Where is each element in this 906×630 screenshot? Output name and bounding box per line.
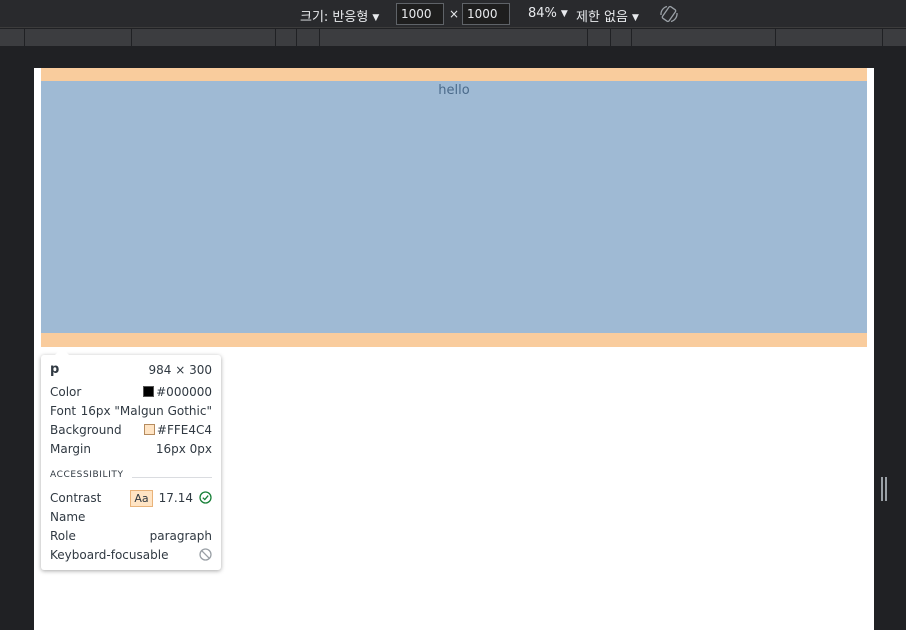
rotate-icon[interactable]: [658, 3, 680, 25]
dimensions-label: 크기: 반응형: [300, 10, 369, 25]
element-tag: p: [50, 362, 60, 377]
color-key: Color: [50, 385, 82, 399]
background-swatch: [143, 424, 155, 435]
times-separator: ×: [449, 7, 460, 21]
width-input[interactable]: [396, 3, 444, 25]
margin-key: Margin: [50, 442, 91, 456]
accessibility-heading-label: ACCESSIBILITY: [50, 470, 124, 480]
role-value: paragraph: [149, 529, 212, 543]
dimensions-dropdown[interactable]: 크기: 반응형 ▼: [300, 6, 379, 25]
contrast-key: Contrast: [50, 491, 102, 505]
caret-down-icon: ▼: [631, 13, 639, 23]
font-key: Font: [50, 404, 77, 418]
focusable-key: Keyboard-focusable: [50, 548, 169, 562]
background-value: #FFE4C4: [156, 423, 212, 437]
resize-handle[interactable]: [881, 477, 887, 501]
name-key: Name: [50, 510, 86, 524]
color-swatch: [143, 386, 155, 397]
font-value: 16px "Malgun Gothic": [80, 404, 212, 418]
check-circle-icon: [199, 491, 212, 504]
margin-value: 16px 0px: [155, 442, 212, 456]
inspect-tooltip: p 984 × 300 Color #000000 Font 16px "Mal…: [41, 348, 221, 570]
not-allowed-icon: [199, 548, 212, 561]
height-input[interactable]: [462, 3, 510, 25]
background-key: Background: [50, 423, 122, 437]
role-key: Role: [50, 529, 76, 543]
element-size: 984 × 300: [148, 363, 213, 377]
contrast-value: 17.14: [158, 491, 193, 505]
caret-down-icon: ▼: [560, 9, 568, 19]
contrast-badge: Aa: [130, 490, 153, 507]
device-toolbar: 크기: 반응형▼ × 84%▼ 제한 없음▼: [0, 0, 906, 28]
color-value: #000000: [156, 385, 212, 399]
content-highlight[interactable]: hello: [41, 81, 867, 333]
caret-down-icon: ▼: [372, 13, 380, 23]
zoom-dropdown[interactable]: 84% ▼: [528, 6, 568, 21]
accessibility-heading: ACCESSIBILITY: [50, 470, 212, 484]
paragraph-text: hello: [438, 83, 470, 98]
throttle-dropdown[interactable]: 제한 없음 ▼: [576, 6, 639, 25]
throttle-label: 제한 없음: [576, 10, 628, 25]
zoom-label: 84%: [528, 6, 557, 21]
media-query-bar[interactable]: [0, 29, 906, 46]
tooltip-arrow: [55, 348, 69, 355]
